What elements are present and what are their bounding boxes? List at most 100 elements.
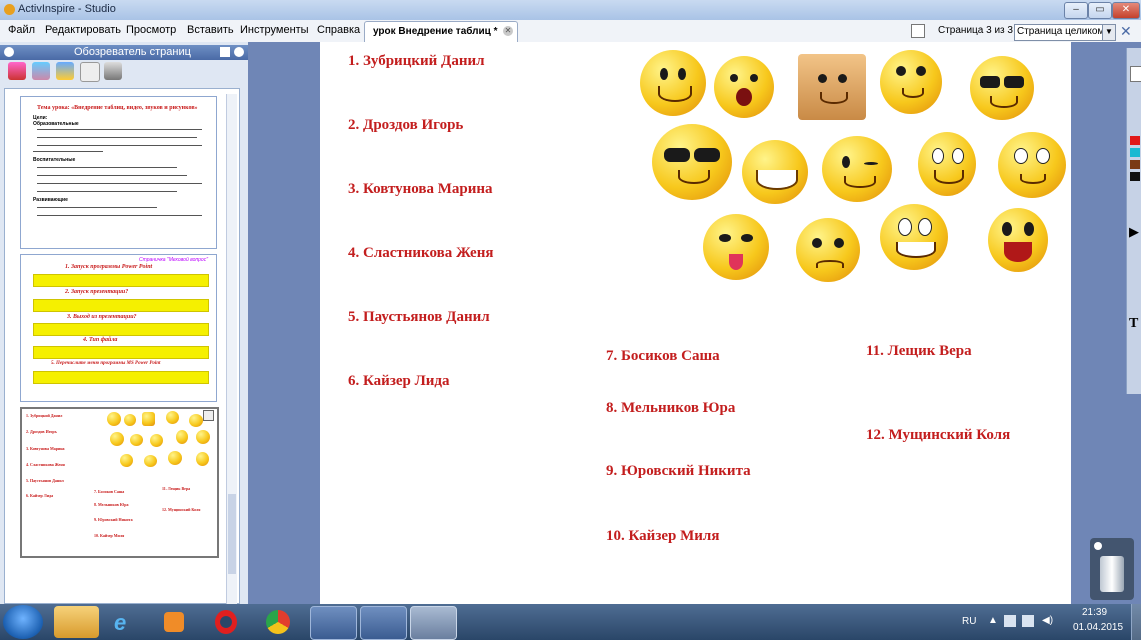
menu-tools[interactable]: Инструменты [240,24,309,36]
thumb3-name: 12. Мущинский Коля [162,507,201,512]
student-name-7[interactable]: 7. Босиков Саша [606,348,720,365]
smiley-icon [142,412,155,426]
text-line [37,145,202,146]
answer-bar [33,299,209,312]
laughing-smiley-icon[interactable] [742,140,808,204]
happy-smiley-icon[interactable] [918,132,976,196]
chrome-icon[interactable] [266,610,290,634]
text-line [37,215,202,216]
cool-smiley-icon[interactable] [970,56,1034,120]
explorer-icon[interactable] [54,606,99,638]
thumb3-name: 3. Ковтунова Марина [26,446,65,451]
student-name-2[interactable]: 2. Дроздов Игорь [348,117,463,134]
color-red[interactable] [1130,136,1140,145]
trash-icon[interactable] [1100,556,1124,592]
page-notes-icon[interactable] [203,410,214,421]
color-cyan[interactable] [1130,148,1140,157]
page-thumbnail-2[interactable]: Страничка "Меховой вопрос" 1. Запуск про… [20,254,217,402]
menu-view[interactable]: Просмотр [126,24,176,36]
minimize-button[interactable]: – [1064,2,1088,19]
student-name-3[interactable]: 3. Ковтунова Марина [348,181,493,198]
student-name-10[interactable]: 10. Кайзер Миля [606,528,719,545]
tray-expand-icon[interactable]: ▲ [988,615,998,626]
menu-file[interactable]: Файл [8,24,35,36]
smiley-icon[interactable] [640,50,706,116]
tab-document[interactable]: урок Внедрение таблиц * ✕ [364,21,518,43]
start-icon[interactable] [3,605,43,639]
text-line [37,207,157,208]
text-line [37,175,187,176]
sunglasses-smiley-icon[interactable] [652,124,732,200]
new-page-icon[interactable] [8,62,26,80]
language-indicator[interactable]: RU [962,616,976,627]
menu-help[interactable]: Справка [317,24,360,36]
maximize-button[interactable]: ▭ [1088,2,1112,19]
word-icon[interactable] [310,606,357,640]
insert-page-icon[interactable] [32,62,50,80]
opera-icon[interactable] [215,610,237,634]
security-icon[interactable] [360,606,407,640]
smiley-icon [107,412,121,426]
student-name-5[interactable]: 5. Паустьянов Данил [348,309,490,326]
close-button[interactable]: ✕ [1112,2,1140,19]
sad-smiley-icon[interactable] [796,218,860,282]
silly-smiley-icon[interactable] [703,214,769,280]
thinking-smiley-icon[interactable] [798,54,866,120]
excited-smiley-icon[interactable] [988,208,1048,272]
smiley-icon [189,414,203,427]
student-name-4[interactable]: 4. Сластникова Женя [348,245,493,262]
student-name-9[interactable]: 9. Юровский Никита [606,463,751,480]
student-name-12[interactable]: 12. Мущинский Коля [866,427,1010,444]
student-name-11[interactable]: 11. Лещик Вера [866,343,972,360]
shush-smiley-icon[interactable] [880,50,942,114]
panel-menu-icon[interactable] [220,47,230,57]
pen-tool-icon[interactable] [1130,66,1141,82]
tab-close-icon[interactable]: ✕ [503,26,513,36]
fullscreen-icon[interactable]: ✕ [1120,23,1132,40]
menu-edit[interactable]: Редактировать [45,24,121,36]
page-thumbnail-1[interactable]: Тема урока: «Внедрение таблиц, видео, зв… [20,96,217,249]
activinspire-icon[interactable] [410,606,457,640]
menu-insert[interactable]: Вставить [187,24,234,36]
volume-icon[interactable]: ◀) [1042,615,1053,626]
delete-page-icon[interactable] [104,62,122,80]
pondering-smiley-icon[interactable] [998,132,1066,198]
page-properties-icon[interactable] [56,62,74,80]
ie-icon[interactable]: e [114,610,126,636]
show-desktop-button[interactable] [1131,604,1141,640]
thumb3-name: 2. Дроздов Игорь [26,429,57,434]
thumbnail-scrollbar[interactable] [226,94,237,604]
student-name-8[interactable]: 8. Мельников Юра [606,400,735,417]
smiley-icon [110,432,124,446]
smiley-icon [176,430,188,444]
chevron-down-icon[interactable]: ▼ [1102,25,1115,40]
network-icon[interactable] [1004,615,1016,627]
clock-date[interactable]: 01.04.2015 [1073,622,1123,633]
media-player-icon[interactable] [164,612,184,632]
color-brown[interactable] [1130,160,1140,169]
text-line [37,137,197,138]
close-icon[interactable] [1094,542,1102,550]
thumb1-section: Развивающие [33,197,68,203]
student-name-6[interactable]: 6. Кайзер Лида [348,373,450,390]
thumb2-header: Страничка "Меховой вопрос" [139,257,208,263]
page-thumbnail-3[interactable]: 1. Зубрицкий Данил 2. Дроздов Игорь 3. К… [20,407,219,558]
grinning-smiley-icon[interactable] [880,204,948,270]
zoom-select[interactable]: Страница целиком ▼ [1014,24,1116,41]
tray-app-icon[interactable] [1022,615,1034,627]
crying-smiley-icon[interactable] [714,56,774,118]
smiley-icon [124,414,136,426]
scrollbar-thumb[interactable] [228,494,236,574]
select-tool-icon[interactable]: ▶ [1129,224,1139,240]
color-black[interactable] [1130,172,1140,181]
clock-time[interactable]: 21:39 [1082,607,1107,618]
wink-smiley-icon[interactable] [822,136,892,202]
text-line [37,183,202,184]
panel-options-icon[interactable] [234,47,244,57]
text-tool-icon[interactable]: T [1129,316,1138,332]
thumb3-name: 4. Сластникова Женя [26,462,65,467]
panel-close-icon[interactable] [4,47,14,57]
copy-page-icon[interactable] [80,62,100,82]
student-name-1[interactable]: 1. Зубрицкий Данил [348,53,485,70]
page-notes-icon[interactable] [911,24,925,38]
